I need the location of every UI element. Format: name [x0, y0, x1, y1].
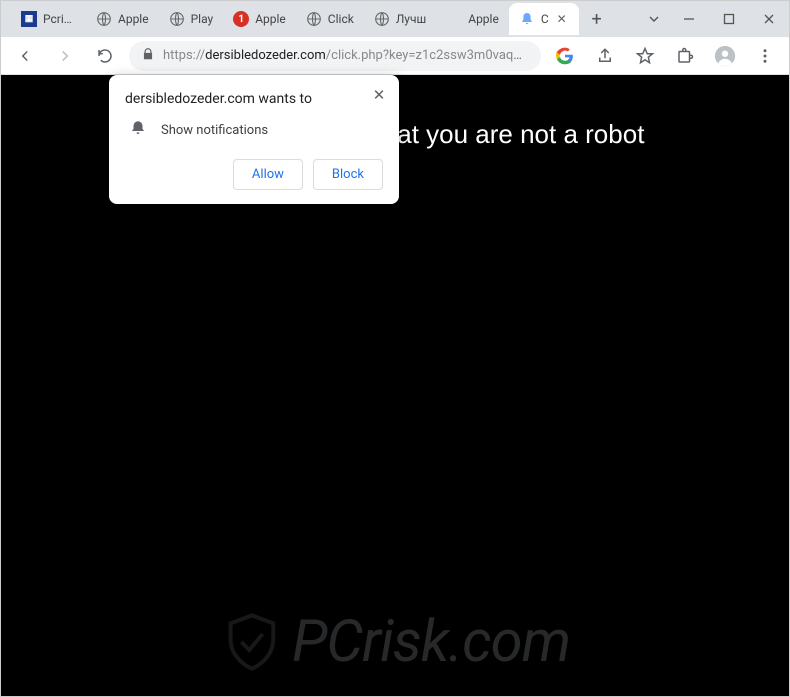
dialog-close-button[interactable]: ✕	[369, 85, 389, 105]
bookmark-icon[interactable]	[629, 40, 661, 72]
tab-apple-3[interactable]: Apple	[436, 3, 509, 35]
tab-apple-1[interactable]: Apple	[86, 3, 159, 35]
tab-title: Лучш	[396, 12, 426, 26]
browser-toolbar: https://dersibledozeder.com/click.php?ke…	[1, 37, 789, 75]
url-scheme: https://	[163, 48, 205, 63]
url-text: https://dersibledozeder.com/click.php?ke…	[163, 48, 529, 63]
tab-active[interactable]: C ✕	[509, 3, 579, 35]
forward-button[interactable]	[49, 40, 81, 72]
plus-icon: +	[592, 9, 602, 30]
tab-title: Apple	[255, 12, 286, 26]
tab-click[interactable]: Click	[296, 3, 364, 35]
url-path: /click.php?key=z1c2ssw3m0vaq9kcw50r&SUB_…	[326, 48, 529, 63]
tab-list-dropdown[interactable]	[639, 1, 669, 37]
permission-dialog: ✕ dersibledozeder.com wants to Show noti…	[109, 75, 399, 204]
watermark: PCrisk.com	[220, 608, 570, 676]
window-controls	[669, 1, 789, 37]
block-button[interactable]: Block	[313, 159, 383, 190]
close-icon[interactable]: ✕	[555, 12, 569, 26]
globe-icon	[306, 11, 322, 27]
allow-button[interactable]: Allow	[233, 159, 303, 190]
permission-line: Show notifications	[161, 123, 268, 138]
permission-body: Show notifications	[129, 119, 383, 141]
tab-play[interactable]: Play	[159, 3, 224, 35]
bell-icon	[129, 119, 147, 141]
tab-title: Click	[328, 12, 354, 26]
url-domain: dersibledozeder.com	[205, 48, 326, 63]
tab-apple-badge[interactable]: 1 Apple	[223, 3, 296, 35]
maximize-button[interactable]	[709, 1, 749, 37]
favicon-pcrisk: ▦	[21, 11, 37, 27]
permission-title: dersibledozeder.com wants to	[125, 91, 383, 107]
tab-russian[interactable]: Лучш	[364, 3, 436, 35]
address-bar[interactable]: https://dersibledozeder.com/click.php?ke…	[129, 41, 541, 71]
new-tab-button[interactable]: +	[583, 5, 611, 33]
back-button[interactable]	[9, 40, 41, 72]
red-badge-icon: 1	[233, 11, 249, 27]
tab-title: Pcrisk	[43, 12, 76, 26]
tab-title: C	[541, 12, 549, 26]
window-close-button[interactable]	[749, 1, 789, 37]
globe-icon	[96, 11, 112, 27]
minimize-button[interactable]	[669, 1, 709, 37]
bell-favicon-icon	[519, 11, 535, 27]
lock-icon	[141, 47, 155, 65]
blank-favicon	[446, 11, 462, 27]
extensions-icon[interactable]	[669, 40, 701, 72]
watermark-text: PCrisk.com	[292, 608, 570, 676]
tab-title: Apple	[468, 12, 499, 26]
globe-icon	[169, 11, 185, 27]
tab-strip: ▦ Pcrisk Apple Play 1 Apple Click	[11, 1, 639, 37]
share-icon[interactable]	[589, 40, 621, 72]
tab-title: Play	[191, 12, 214, 26]
tab-pcrisk[interactable]: ▦ Pcrisk	[11, 3, 86, 35]
profile-icon[interactable]	[709, 40, 741, 72]
browser-titlebar: ▦ Pcrisk Apple Play 1 Apple Click	[1, 1, 789, 37]
menu-icon[interactable]	[749, 40, 781, 72]
globe-icon	[374, 11, 390, 27]
tab-title: Apple	[118, 12, 149, 26]
reload-button[interactable]	[89, 40, 121, 72]
permission-actions: Allow Block	[125, 159, 383, 190]
google-search-icon[interactable]	[549, 40, 581, 72]
